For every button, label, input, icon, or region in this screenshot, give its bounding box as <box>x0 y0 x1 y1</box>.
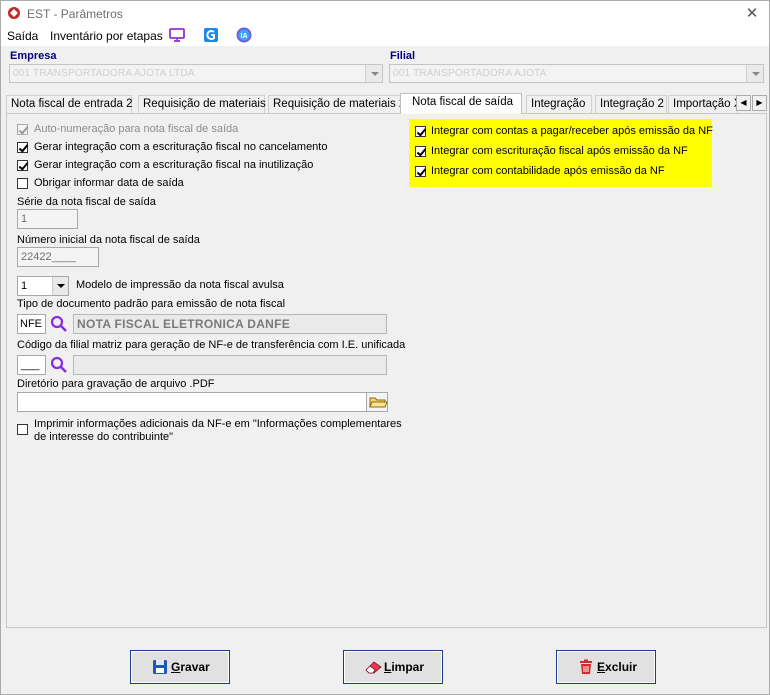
codigo-filial-input[interactable]: ___ <box>17 355 46 375</box>
gerar-inutilizacao-label: Gerar integração com a escrituração fisc… <box>34 159 314 171</box>
codigo-filial-label: Código da filial matriz para geração de … <box>17 339 406 351</box>
close-button[interactable]: ✕ <box>735 1 769 26</box>
limpar-button[interactable]: Limpar <box>343 650 443 684</box>
tipo-documento-label: Tipo de documento padrão para emissão de… <box>17 298 286 310</box>
imprimir-info-checkbox[interactable] <box>17 424 28 435</box>
browse-folder-button[interactable] <box>366 392 388 412</box>
tab-nota-fiscal-entrada-2[interactable]: Nota fiscal de entrada 2 <box>6 95 132 113</box>
app-logo-icon <box>8 7 20 19</box>
eraser-icon <box>365 661 382 674</box>
limpar-label: Limpar <box>384 660 425 674</box>
obrigar-data-checkbox[interactable] <box>17 178 28 189</box>
filial-select[interactable]: 001 TRANSPORTADORA AJOTA <box>389 64 764 83</box>
gerar-cancelamento-checkbox[interactable] <box>17 142 28 153</box>
monitor-icon[interactable] <box>169 27 185 43</box>
title-bar: EST - Parâmetros ✕ <box>1 1 769 26</box>
tab-importacao[interactable]: Importação X <box>668 95 738 113</box>
imprimir-info-label-line1: Imprimir informações adicionais da NF-e … <box>34 418 402 430</box>
serie-label: Série da nota fiscal de saída <box>17 196 156 208</box>
chevron-down-icon[interactable] <box>746 65 763 82</box>
tab-nota-fiscal-saida[interactable]: Nota fiscal de saída <box>400 93 522 114</box>
tab-scroll-right-icon[interactable]: ▶ <box>752 95 767 111</box>
auto-numeracao-label: Auto-numeração para nota fiscal de saída <box>34 123 239 135</box>
tab-requisicao-materiais-2[interactable]: Requisição de materiais 2 <box>268 95 405 113</box>
empresa-value: 001 TRANSPORTADORA AJOTA LTDA <box>13 68 195 79</box>
empresa-select[interactable]: 001 TRANSPORTADORA AJOTA LTDA <box>9 64 383 83</box>
tab-requisicao-materiais[interactable]: Requisição de materiais <box>138 95 266 113</box>
window-title: EST - Parâmetros <box>27 7 123 21</box>
numero-inicial-label: Número inicial da nota fiscal de saída <box>17 234 200 246</box>
search-icon[interactable] <box>50 315 68 333</box>
integrar-escrituracao-checkbox[interactable] <box>415 146 426 157</box>
numero-inicial-input[interactable]: 22422____ <box>17 247 99 267</box>
chevron-down-icon[interactable] <box>52 277 68 295</box>
excluir-label: Excluir <box>597 660 638 674</box>
filial-value: 001 TRANSPORTADORA AJOTA <box>393 68 547 79</box>
diretorio-input[interactable] <box>17 392 367 412</box>
app-window: EST - Parâmetros ✕ Saída Inventário por … <box>0 0 770 695</box>
g-app-icon[interactable] <box>203 27 219 43</box>
search-icon[interactable] <box>50 356 68 374</box>
menu-bar: Saída Inventário por etapas IA <box>1 26 769 46</box>
obrigar-data-label: Obrigar informar data de saída <box>34 177 184 189</box>
integrar-contas-checkbox[interactable] <box>415 126 426 137</box>
modelo-label: Modelo de impressão da nota fiscal avuls… <box>76 279 284 291</box>
ia-assistant-icon[interactable]: IA <box>236 27 252 43</box>
imprimir-info-label-line2: de interesse do contribuinte" <box>34 431 174 443</box>
gravar-label: Gravar <box>171 660 210 674</box>
excluir-button[interactable]: Excluir <box>556 650 656 684</box>
diretorio-label: Diretório para gravação de arquivo .PDF <box>17 378 215 390</box>
integrar-contabilidade-checkbox[interactable] <box>415 166 426 177</box>
integrar-escrituracao-label: Integrar com escrituração fiscal após em… <box>431 145 688 157</box>
tab-scroll-left-icon[interactable]: ◀ <box>736 95 751 111</box>
gravar-button[interactable]: Gravar <box>130 650 230 684</box>
gerar-cancelamento-label: Gerar integração com a escrituração fisc… <box>34 141 328 153</box>
empresa-label: Empresa <box>10 50 57 62</box>
tab-integracao[interactable]: Integração <box>526 95 592 113</box>
menu-saida[interactable]: Saída <box>7 29 38 43</box>
codigo-filial-description <box>73 355 387 375</box>
chevron-down-icon[interactable] <box>365 65 382 82</box>
ia-label: IA <box>241 33 248 40</box>
folder-icon <box>369 397 388 408</box>
auto-numeracao-checkbox[interactable] <box>17 124 28 135</box>
menu-inventario[interactable]: Inventário por etapas <box>50 29 163 43</box>
integrar-contabilidade-label: Integrar com contabilidade após emissão … <box>431 165 665 177</box>
serie-input[interactable]: 1 <box>17 209 78 229</box>
tab-strip: Nota fiscal de entrada 2 Requisição de m… <box>4 93 767 114</box>
gerar-inutilizacao-checkbox[interactable] <box>17 160 28 171</box>
tipo-documento-code-input[interactable]: NFE <box>17 314 46 334</box>
filial-label: Filial <box>390 50 416 62</box>
trash-icon <box>580 659 592 674</box>
integrar-contas-label: Integrar com contas a pagar/receber após… <box>431 125 713 137</box>
modelo-value: 1 <box>21 280 28 292</box>
save-icon <box>153 660 167 674</box>
tipo-documento-description: NOTA FISCAL ELETRONICA DANFE <box>73 314 387 334</box>
tab-integracao-2[interactable]: Integração 2 <box>595 95 667 113</box>
